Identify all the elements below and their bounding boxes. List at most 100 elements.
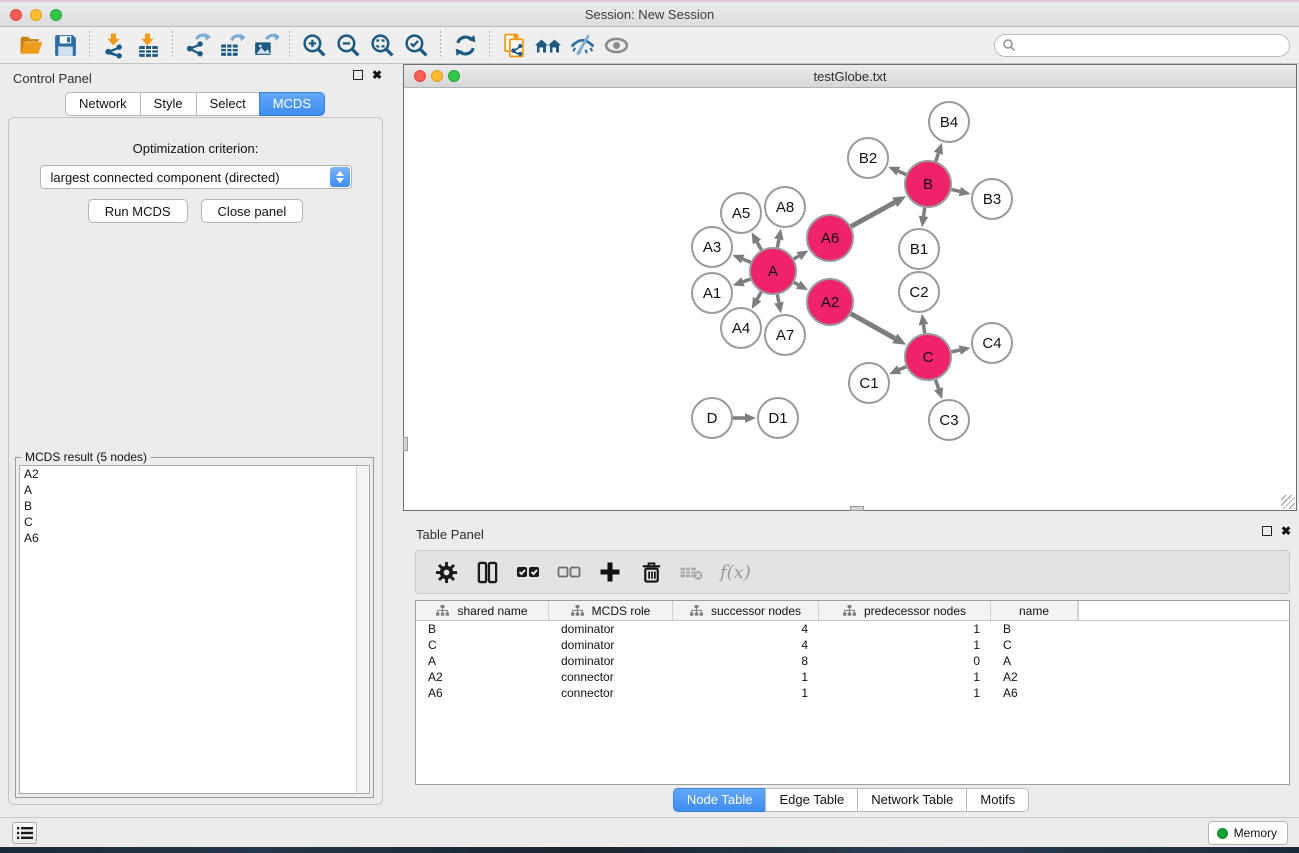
- result-list-item[interactable]: A6: [20, 530, 369, 546]
- table-cell[interactable]: 1: [673, 686, 819, 700]
- table-cell[interactable]: A2: [416, 670, 549, 684]
- graph-edge[interactable]: [924, 325, 925, 334]
- graph-edge[interactable]: [794, 282, 798, 284]
- save-session-icon[interactable]: [48, 29, 82, 61]
- close-panel-icon[interactable]: ✖: [1281, 526, 1291, 536]
- graph-edge[interactable]: [898, 171, 906, 174]
- result-list-item[interactable]: B: [20, 498, 369, 514]
- table-row[interactable]: Bdominator41B: [416, 621, 1289, 637]
- table-row[interactable]: Cdominator41C: [416, 637, 1289, 653]
- tab-select[interactable]: Select: [196, 92, 260, 116]
- hide-selected-eye-icon[interactable]: [565, 29, 599, 61]
- table-cell[interactable]: A2: [991, 670, 1078, 684]
- show-columns-icon[interactable]: [474, 559, 500, 585]
- new-network-from-selection-icon[interactable]: [497, 29, 531, 61]
- run-mcds-button[interactable]: Run MCDS: [88, 199, 188, 223]
- table-cell[interactable]: 1: [819, 622, 991, 636]
- result-list-scrollbar[interactable]: [356, 466, 369, 793]
- graph-edge[interactable]: [899, 367, 906, 370]
- graph-edge[interactable]: [924, 208, 925, 217]
- criterion-dropdown[interactable]: largest connected component (directed): [40, 165, 352, 189]
- search-input[interactable]: [994, 34, 1290, 57]
- graph-edge[interactable]: [851, 314, 895, 339]
- float-panel-icon[interactable]: [353, 70, 363, 80]
- graph-edge[interactable]: [794, 256, 799, 259]
- import-table-icon[interactable]: [131, 29, 165, 61]
- open-file-icon[interactable]: [14, 29, 48, 61]
- graph-edge[interactable]: [777, 239, 778, 247]
- close-panel-button[interactable]: Close panel: [201, 199, 304, 223]
- table-cell[interactable]: 1: [819, 638, 991, 652]
- table-cell[interactable]: 4: [673, 638, 819, 652]
- graph-edge[interactable]: [951, 350, 959, 352]
- table-cell[interactable]: dominator: [549, 622, 673, 636]
- zoom-selected-icon[interactable]: [399, 29, 433, 61]
- table-row[interactable]: A6connector11A6: [416, 685, 1289, 701]
- table-cell[interactable]: 4: [673, 622, 819, 636]
- zoom-in-icon[interactable]: [297, 29, 331, 61]
- table-cell[interactable]: C: [991, 638, 1078, 652]
- show-all-eye-icon[interactable]: [599, 29, 633, 61]
- unselect-all-rows-icon[interactable]: [556, 559, 582, 585]
- pane-collapse-handle[interactable]: [850, 506, 864, 511]
- table-cell[interactable]: C: [416, 638, 549, 652]
- pane-collapse-handle[interactable]: [403, 437, 408, 451]
- graph-edge[interactable]: [936, 380, 939, 389]
- task-history-button[interactable]: [12, 822, 37, 844]
- select-all-rows-icon[interactable]: [515, 559, 541, 585]
- delete-column-trash-icon[interactable]: [638, 559, 664, 585]
- tab-node-table[interactable]: Node Table: [673, 788, 767, 812]
- table-cell[interactable]: connector: [549, 686, 673, 700]
- column-header[interactable]: predecessor nodes: [819, 601, 991, 620]
- table-cell[interactable]: B: [991, 622, 1078, 636]
- graph-edge[interactable]: [936, 153, 939, 161]
- table-row[interactable]: Adominator80A: [416, 653, 1289, 669]
- export-image-icon[interactable]: [248, 29, 282, 61]
- network-window-titlebar[interactable]: testGlobe.txt: [404, 65, 1296, 88]
- apply-style-refresh-icon[interactable]: [448, 29, 482, 61]
- export-network-icon[interactable]: [180, 29, 214, 61]
- first-neighbors-icon[interactable]: [531, 29, 565, 61]
- column-header[interactable]: shared name: [416, 601, 549, 620]
- close-panel-icon[interactable]: ✖: [372, 70, 382, 80]
- tab-mcds[interactable]: MCDS: [259, 92, 325, 116]
- graph-edge[interactable]: [757, 292, 761, 299]
- table-cell[interactable]: 1: [819, 686, 991, 700]
- table-cell[interactable]: A: [416, 654, 549, 668]
- tab-motifs[interactable]: Motifs: [966, 788, 1029, 812]
- table-cell[interactable]: dominator: [549, 638, 673, 652]
- table-cell[interactable]: connector: [549, 670, 673, 684]
- table-cell[interactable]: dominator: [549, 654, 673, 668]
- graph-edge[interactable]: [743, 259, 751, 262]
- tab-edge-table[interactable]: Edge Table: [765, 788, 858, 812]
- graph-edge[interactable]: [851, 202, 895, 226]
- memory-button[interactable]: Memory: [1208, 821, 1288, 845]
- import-network-icon[interactable]: [97, 29, 131, 61]
- table-cell[interactable]: 0: [819, 654, 991, 668]
- table-cell[interactable]: 8: [673, 654, 819, 668]
- column-header[interactable]: name: [991, 601, 1078, 620]
- mcds-result-list[interactable]: A2ABCA6: [19, 465, 370, 794]
- result-list-item[interactable]: A2: [20, 466, 369, 482]
- column-header[interactable]: successor nodes: [673, 601, 819, 620]
- zoom-fit-icon[interactable]: [365, 29, 399, 61]
- graph-edge[interactable]: [743, 279, 750, 282]
- tab-network[interactable]: Network: [65, 92, 141, 116]
- table-cell[interactable]: 1: [673, 670, 819, 684]
- column-header[interactable]: MCDS role: [549, 601, 673, 620]
- table-row[interactable]: A2connector11A2: [416, 669, 1289, 685]
- tab-style[interactable]: Style: [140, 92, 197, 116]
- graph-edge[interactable]: [951, 189, 960, 191]
- export-table-icon[interactable]: [214, 29, 248, 61]
- graph-edge[interactable]: [777, 295, 778, 303]
- result-list-item[interactable]: A: [20, 482, 369, 498]
- window-resize-grip[interactable]: [1281, 495, 1295, 509]
- graph-edge[interactable]: [757, 242, 761, 250]
- table-cell[interactable]: A6: [991, 686, 1078, 700]
- table-cell[interactable]: B: [416, 622, 549, 636]
- result-list-item[interactable]: C: [20, 514, 369, 530]
- table-settings-gear-icon[interactable]: [433, 559, 459, 585]
- add-column-icon[interactable]: [597, 559, 623, 585]
- zoom-out-icon[interactable]: [331, 29, 365, 61]
- table-cell[interactable]: A: [991, 654, 1078, 668]
